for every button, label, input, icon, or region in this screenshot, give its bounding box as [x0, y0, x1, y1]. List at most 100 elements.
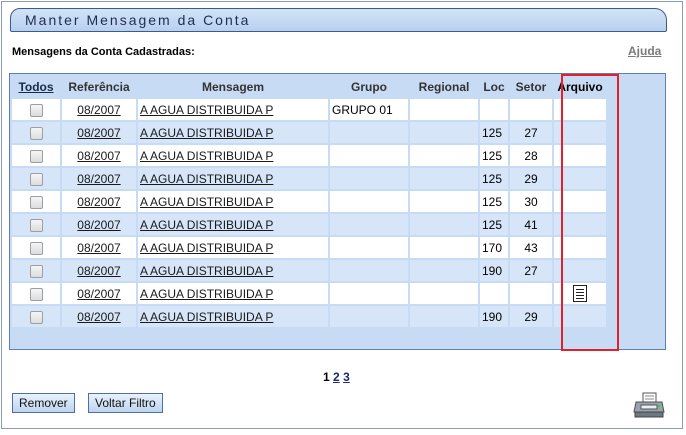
row-setor: 30 [510, 191, 552, 212]
row-loc: 125 [480, 122, 508, 143]
table-row: 08/2007 A AGUA DISTRIBUIDA P 125 27 [12, 122, 606, 143]
row-regional [410, 168, 478, 189]
row-regional [410, 283, 478, 304]
row-setor: 27 [510, 122, 552, 143]
messages-table: Todos Referência Mensagem Grupo Regional… [10, 74, 608, 329]
row-mensagem[interactable]: A AGUA DISTRIBUIDA P [138, 122, 328, 143]
row-grupo [330, 191, 408, 212]
row-mensagem[interactable]: A AGUA DISTRIBUIDA P [138, 260, 328, 281]
header-regional: Regional [418, 79, 470, 94]
row-grupo [330, 145, 408, 166]
row-arquivo [554, 145, 606, 166]
row-arquivo [554, 168, 606, 189]
row-regional [410, 306, 478, 327]
table-row: 08/2007 A AGUA DISTRIBUIDA P [12, 283, 606, 304]
row-checkbox[interactable] [29, 241, 43, 255]
row-grupo [330, 283, 408, 304]
document-icon[interactable] [573, 285, 587, 302]
row-setor: 28 [510, 145, 552, 166]
row-checkbox[interactable] [29, 195, 43, 209]
row-regional [410, 145, 478, 166]
row-checkbox-cell [12, 145, 60, 166]
header-grupo: Grupo [351, 79, 387, 94]
row-referencia[interactable]: 08/2007 [62, 122, 136, 143]
row-checkbox-cell [12, 191, 60, 212]
table-row: 08/2007 A AGUA DISTRIBUIDA P 125 29 [12, 168, 606, 189]
header-mensagem: Mensagem [201, 79, 265, 94]
row-regional [410, 122, 478, 143]
table-row: 08/2007 A AGUA DISTRIBUIDA P 125 28 [12, 145, 606, 166]
row-mensagem[interactable]: A AGUA DISTRIBUIDA P [138, 145, 328, 166]
page-link-2[interactable]: 2 [333, 370, 340, 384]
row-arquivo [554, 306, 606, 327]
header-todos[interactable]: Todos [12, 76, 60, 97]
row-referencia[interactable]: 08/2007 [62, 168, 136, 189]
row-checkbox-cell [12, 168, 60, 189]
row-checkbox-cell [12, 122, 60, 143]
row-loc [480, 283, 508, 304]
row-checkbox-cell [12, 237, 60, 258]
row-referencia[interactable]: 08/2007 [62, 283, 136, 304]
row-mensagem[interactable]: A AGUA DISTRIBUIDA P [138, 191, 328, 212]
remove-button[interactable]: Remover [12, 393, 75, 413]
row-checkbox-cell [12, 260, 60, 281]
header-loc: Loc [483, 79, 505, 94]
row-setor: 41 [510, 214, 552, 235]
row-referencia[interactable]: 08/2007 [62, 145, 136, 166]
help-link[interactable]: Ajuda [628, 44, 661, 58]
row-grupo: GRUPO 01 [330, 99, 408, 120]
row-checkbox[interactable] [29, 172, 43, 186]
row-grupo [330, 122, 408, 143]
row-grupo [330, 306, 408, 327]
row-checkbox-cell [12, 214, 60, 235]
page-title: Manter Mensagem da Conta [25, 12, 251, 28]
printer-icon[interactable] [633, 392, 665, 418]
row-checkbox[interactable] [29, 218, 43, 232]
row-grupo [330, 214, 408, 235]
row-checkbox-cell [12, 99, 60, 120]
table-row: 08/2007 A AGUA DISTRIBUIDA P 190 29 [12, 306, 606, 327]
header-referencia: Referência [68, 79, 130, 94]
section-subtitle: Mensagens da Conta Cadastradas: [12, 46, 195, 58]
row-checkbox[interactable] [29, 149, 43, 163]
row-setor: 27 [510, 260, 552, 281]
page-link-3[interactable]: 3 [343, 370, 350, 384]
row-referencia[interactable]: 08/2007 [62, 237, 136, 258]
row-referencia[interactable]: 08/2007 [62, 306, 136, 327]
row-arquivo [554, 191, 606, 212]
row-grupo [330, 260, 408, 281]
back-filter-button[interactable]: Voltar Filtro [88, 393, 163, 413]
row-loc: 125 [480, 214, 508, 235]
row-checkbox[interactable] [29, 103, 43, 117]
row-checkbox[interactable] [29, 126, 43, 140]
row-setor [510, 283, 552, 304]
row-regional [410, 214, 478, 235]
row-mensagem[interactable]: A AGUA DISTRIBUIDA P [138, 168, 328, 189]
row-mensagem[interactable]: A AGUA DISTRIBUIDA P [138, 214, 328, 235]
row-loc: 190 [480, 260, 508, 281]
row-arquivo [554, 237, 606, 258]
row-mensagem[interactable]: A AGUA DISTRIBUIDA P [138, 237, 328, 258]
row-checkbox[interactable] [29, 310, 43, 324]
row-referencia[interactable]: 08/2007 [62, 214, 136, 235]
row-arquivo [554, 214, 606, 235]
table-row: 08/2007 A AGUA DISTRIBUIDA P GRUPO 01 [12, 99, 606, 120]
row-arquivo [554, 283, 606, 304]
table-row: 08/2007 A AGUA DISTRIBUIDA P 125 41 [12, 214, 606, 235]
row-checkbox[interactable] [29, 287, 43, 301]
header-setor: Setor [515, 79, 547, 94]
row-loc: 125 [480, 145, 508, 166]
row-mensagem[interactable]: A AGUA DISTRIBUIDA P [138, 99, 328, 120]
row-referencia[interactable]: 08/2007 [62, 99, 136, 120]
row-referencia[interactable]: 08/2007 [62, 260, 136, 281]
row-arquivo [554, 122, 606, 143]
row-mensagem[interactable]: A AGUA DISTRIBUIDA P [138, 306, 328, 327]
row-checkbox[interactable] [29, 264, 43, 278]
row-mensagem[interactable]: A AGUA DISTRIBUIDA P [138, 283, 328, 304]
pagination: 1 2 3 [323, 370, 350, 384]
row-loc [480, 99, 508, 120]
messages-table-container: Todos Referência Mensagem Grupo Regional… [9, 73, 666, 350]
header-arquivo: Arquivo [557, 79, 603, 94]
row-referencia[interactable]: 08/2007 [62, 191, 136, 212]
row-setor: 43 [510, 237, 552, 258]
